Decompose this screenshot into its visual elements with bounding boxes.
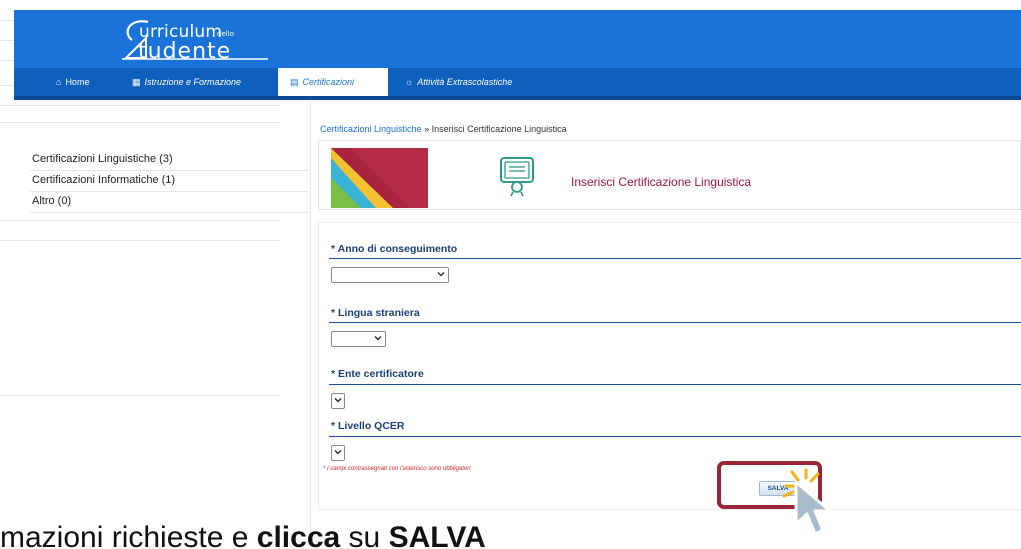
nav-istruzione-label: Istruzione e Formazione xyxy=(144,77,242,87)
nav-home[interactable]: ⌂ Home xyxy=(56,68,89,96)
breadcrumb: Certificazioni Linguistiche » Inserisci … xyxy=(320,124,567,134)
sun-icon: ☼ xyxy=(405,77,414,87)
breadcrumb-current: Inserisci Certificazione Linguistica xyxy=(431,124,567,134)
field-divider xyxy=(329,384,1021,385)
field-label-ente: * Ente certificatore xyxy=(331,368,424,380)
lingua-select[interactable] xyxy=(331,331,386,347)
nav-certificazioni-label: Certificazioni xyxy=(302,77,355,87)
certification-form: * Anno di conseguimento * Lingua stranie… xyxy=(318,222,1021,510)
sidebar-menu: Certificazioni Linguistiche (3) Certific… xyxy=(30,150,308,213)
certificate-icon xyxy=(500,157,534,197)
required-fields-note: * I campi contrassegnati con l'asterisco… xyxy=(323,466,471,472)
sidebar-item-altro[interactable]: Altro (0) xyxy=(30,192,308,213)
content-divider xyxy=(310,100,311,549)
chevron-down-icon xyxy=(437,272,445,277)
ente-select[interactable] xyxy=(331,393,345,409)
caption-bold-salva: SALVA xyxy=(388,521,486,549)
certificate-icon: ▤ xyxy=(290,76,299,87)
logo-text-dello: dello xyxy=(217,30,234,38)
nav-home-label: Home xyxy=(65,77,90,87)
field-label-livello: * Livello QCER xyxy=(331,420,405,432)
building-icon: ▦ xyxy=(132,76,141,87)
caption-prefix: mazioni richieste e xyxy=(0,521,257,549)
curriculum-studente-logo[interactable]: urriculum dello tudente xyxy=(118,16,278,64)
sidebar-item-linguistiche[interactable]: Certificazioni Linguistiche (3) xyxy=(30,150,308,171)
livello-select[interactable] xyxy=(331,445,345,461)
nav-attivita-label: Attività Extrascolastiche xyxy=(417,77,513,87)
main-nav: ⌂ Home ▦ Istruzione e Formazione ▤ Certi… xyxy=(14,68,1021,100)
anno-select[interactable] xyxy=(331,267,449,283)
pointer-cursor-icon xyxy=(794,480,832,536)
field-label-anno: * Anno di conseguimento xyxy=(331,243,458,255)
page-title: Inserisci Certificazione Linguistica xyxy=(571,175,752,189)
instruction-caption: mazioni richieste e clicca su SALVA xyxy=(0,521,486,549)
breadcrumb-separator: » xyxy=(421,124,432,134)
chevron-down-icon xyxy=(374,336,382,341)
page-header-card: Inserisci Certificazione Linguistica xyxy=(318,140,1021,210)
field-label-lingua: * Lingua straniera xyxy=(331,307,420,319)
caption-bold-clicca: clicca xyxy=(256,521,341,549)
nav-certificazioni[interactable]: ▤ Certificazioni xyxy=(278,68,388,96)
field-divider xyxy=(329,322,1021,323)
home-icon: ⌂ xyxy=(56,77,62,87)
decorative-banner-art xyxy=(331,148,428,208)
chevron-down-icon xyxy=(334,450,342,455)
nav-attivita[interactable]: ☼ Attività Extrascolastiche xyxy=(405,68,512,96)
caption-mid: su xyxy=(340,521,389,549)
chevron-down-icon xyxy=(334,398,342,403)
nav-istruzione[interactable]: ▦ Istruzione e Formazione xyxy=(132,68,241,96)
sidebar-item-informatiche[interactable]: Certificazioni Informatiche (1) xyxy=(30,171,308,192)
breadcrumb-link[interactable]: Certificazioni Linguistiche xyxy=(320,124,422,134)
app-header: urriculum dello tudente xyxy=(14,10,1021,68)
field-divider xyxy=(329,436,1021,437)
field-divider xyxy=(329,258,1021,259)
logo-text-studente: tudente xyxy=(138,39,232,64)
